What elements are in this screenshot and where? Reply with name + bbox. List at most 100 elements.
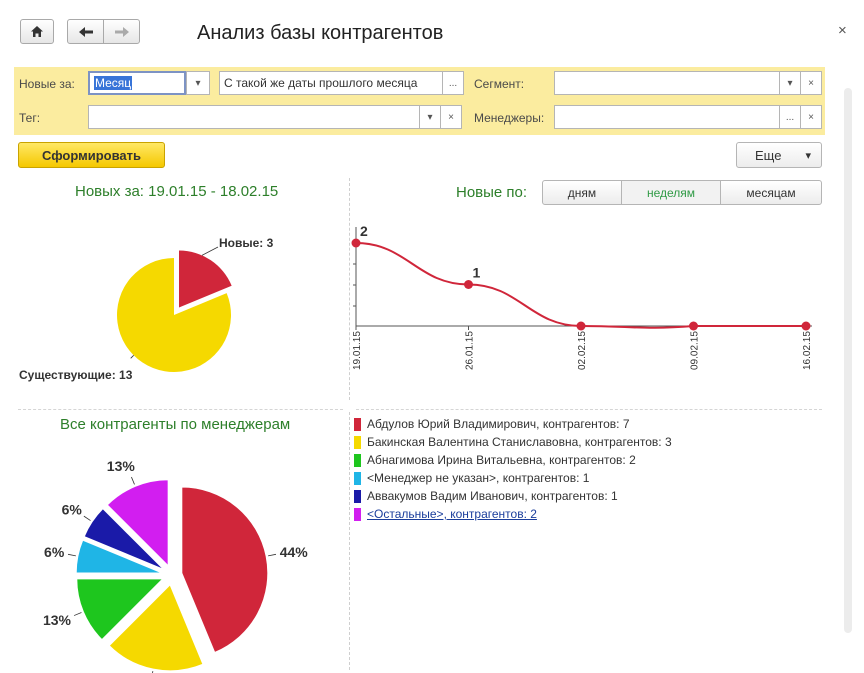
- managers-legend: Абдулов Юрий Владимирович, контрагентов:…: [354, 415, 672, 523]
- compare-select-button[interactable]: ...: [442, 71, 464, 95]
- period-field[interactable]: Месяц: [88, 71, 186, 95]
- data-point: [801, 321, 811, 331]
- legend-label: Аввакумов Вадим Иванович, контрагентов: …: [367, 489, 618, 503]
- chevron-down-icon: ▾: [195, 77, 201, 89]
- existing-label-leader: [130, 355, 134, 359]
- compare-field[interactable]: С такой же даты прошлого месяца: [219, 71, 443, 95]
- managers-label: Менеджеры:: [474, 111, 545, 125]
- arrow-left-icon: [78, 26, 93, 37]
- segment-label: Сегмент:: [474, 77, 525, 91]
- chevron-down-icon: ▾: [427, 111, 433, 123]
- generate-button[interactable]: Сформировать: [18, 142, 165, 168]
- tag-dropdown-button[interactable]: ▾: [419, 105, 441, 129]
- tab-months[interactable]: месяцам: [720, 180, 822, 205]
- segment-input[interactable]: [554, 71, 780, 95]
- x-tick-label: 09.02.15: [690, 331, 701, 370]
- legend-label: Абнагимова Ирина Витальевна, контрагенто…: [367, 453, 636, 467]
- segment-dropdown-button[interactable]: ▾: [779, 71, 801, 95]
- new-by-label: Новые по:: [456, 184, 528, 201]
- pie-label-existing: Существующие: 13: [19, 368, 133, 382]
- tab-days[interactable]: дням: [542, 180, 622, 205]
- arrow-right-icon: [114, 26, 129, 37]
- tag-input[interactable]: [88, 105, 420, 129]
- pie-percent-label: 13%: [43, 612, 72, 628]
- data-point: [576, 321, 586, 331]
- pie-percent-label: 44%: [280, 544, 309, 560]
- legend-item[interactable]: <Остальные>, контрагентов: 2: [354, 505, 672, 523]
- x-tick-label: 19.01.15: [352, 331, 363, 370]
- legend-label: <Менеджер не указан>, контрагентов: 1: [367, 471, 590, 485]
- new-for-label: Новые за:: [19, 77, 75, 91]
- ellipsis-icon: ...: [785, 111, 795, 123]
- vertical-divider: [349, 412, 350, 670]
- clear-icon: ×: [808, 111, 814, 123]
- legend-label: Абдулов Юрий Владимирович, контрагентов:…: [367, 417, 630, 431]
- pie-percent-label: 6%: [44, 544, 65, 560]
- pie-label-leader: [131, 476, 135, 485]
- more-button[interactable]: Еще ▾: [736, 142, 822, 168]
- new-by-week-line-chart: 19.01.15 2 26.01.15 1 02.02.15 09.02.15 16.02.…: [351, 223, 813, 370]
- managers-clear-button[interactable]: ×: [800, 105, 822, 129]
- pie-percent-label: 6%: [62, 501, 83, 517]
- managers-select-button[interactable]: ...: [779, 105, 801, 129]
- pie-label-new: Новые: 3: [219, 236, 274, 250]
- new-label-leader: [201, 246, 219, 256]
- forward-button[interactable]: [103, 19, 140, 44]
- more-label: Еще: [755, 147, 782, 163]
- ellipsis-icon: ...: [448, 77, 458, 89]
- pie-label-leader: [73, 612, 82, 616]
- close-icon[interactable]: ×: [838, 22, 847, 39]
- pie-label-leader: [83, 515, 91, 521]
- data-point: [689, 321, 698, 331]
- legend-color-swatch: [354, 507, 361, 521]
- clear-icon: ×: [448, 111, 454, 123]
- managers-section-title: Все контрагенты по менеджерам: [60, 416, 291, 433]
- filter-panel: Новые за: Месяц ▾ С такой же даты прошло…: [14, 67, 825, 135]
- tag-label: Тег:: [19, 111, 41, 125]
- chevron-down-icon: ▾: [787, 77, 793, 89]
- vertical-divider: [349, 178, 350, 400]
- x-tick-label: 26.01.15: [465, 331, 476, 370]
- data-label: 2: [360, 223, 368, 239]
- pie-label-leader: [67, 553, 76, 557]
- pie-label-leader: [268, 553, 277, 557]
- data-label: 1: [473, 265, 481, 281]
- home-button[interactable]: [20, 19, 54, 44]
- tag-clear-button[interactable]: ×: [440, 105, 462, 129]
- back-button[interactable]: [67, 19, 104, 44]
- data-point: [351, 238, 361, 248]
- legend-item: Абдулов Юрий Владимирович, контрагентов:…: [354, 415, 672, 433]
- home-icon: [31, 26, 43, 37]
- legend-link[interactable]: <Остальные>, контрагентов: 2: [367, 507, 537, 521]
- pie-percent-label: 13%: [107, 458, 136, 474]
- legend-color-swatch: [354, 435, 361, 449]
- chevron-down-icon: ▾: [805, 149, 811, 162]
- legend-item: Абнагимова Ирина Витальевна, контрагенто…: [354, 451, 672, 469]
- compare-value: С такой же даты прошлого месяца: [224, 76, 418, 90]
- x-tick-label: 16.02.15: [802, 331, 813, 370]
- period-value: Месяц: [94, 76, 133, 90]
- clear-icon: ×: [808, 77, 814, 89]
- page-title: Анализ базы контрагентов: [197, 22, 444, 44]
- legend-item: Аввакумов Вадим Иванович, контрагентов: …: [354, 487, 672, 505]
- legend-label: Бакинская Валентина Станиславовна, контр…: [367, 435, 672, 449]
- legend-color-swatch: [354, 453, 361, 467]
- managers-pie-chart: 44%19%13%6%6%13%: [43, 458, 309, 673]
- tab-weeks[interactable]: неделям: [621, 180, 721, 205]
- legend-item: <Менеджер не указан>, контрагентов: 1: [354, 469, 672, 487]
- new-existing-pie-chart: Новые: 3 Существующие: 13: [19, 236, 274, 382]
- scrollbar[interactable]: [844, 88, 852, 633]
- legend-color-swatch: [354, 489, 361, 503]
- legend-item: Бакинская Валентина Станиславовна, контр…: [354, 433, 672, 451]
- horizontal-divider: [18, 409, 343, 410]
- series-line: [355, 242, 806, 329]
- period-dropdown-button[interactable]: ▾: [186, 71, 210, 95]
- new-period-title: Новых за: 19.01.15 - 18.02.15: [75, 183, 279, 200]
- legend-color-swatch: [354, 417, 361, 431]
- legend-color-swatch: [354, 471, 361, 485]
- managers-input[interactable]: [554, 105, 780, 129]
- segment-clear-button[interactable]: ×: [800, 71, 822, 95]
- data-point: [464, 280, 473, 289]
- horizontal-divider: [356, 409, 822, 410]
- x-tick-label: 02.02.15: [577, 331, 588, 370]
